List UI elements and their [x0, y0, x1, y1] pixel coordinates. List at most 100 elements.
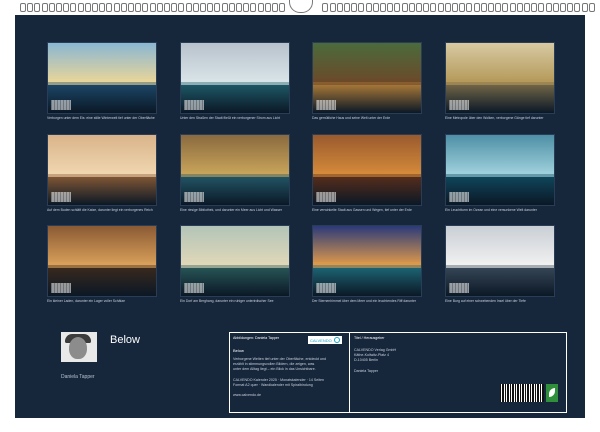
binding-hole — [480, 3, 487, 12]
image-caption: Das gemütliche Haus und seine Welt unter… — [312, 116, 391, 120]
calendar-image — [445, 225, 555, 297]
binding-hole — [423, 3, 430, 12]
month-grid-icon — [51, 100, 71, 110]
binding-hole — [135, 3, 142, 12]
binding-hole — [531, 3, 538, 12]
binding-hole — [92, 3, 98, 12]
calendar-image — [445, 42, 555, 114]
binding-hole — [459, 3, 466, 12]
binding-hole — [106, 3, 113, 12]
month-grid-icon — [51, 283, 71, 293]
image-caption: Eine riesige Bibliothek, und darunter ei… — [180, 208, 283, 212]
binding-hole — [538, 3, 545, 12]
binding-hole — [560, 3, 566, 12]
image-caption: Auf dem Boden schläft die Katze, darunte… — [47, 208, 153, 212]
binding-hole — [452, 3, 458, 12]
barcode — [500, 384, 544, 402]
image-caption: Unter den Straßen der Stadt fließt ein v… — [180, 116, 281, 120]
panel-text-line: D-10405 Berlin — [354, 358, 378, 363]
calendar-sheet: Verborgen unter dem Eis: eine stille Win… — [15, 15, 585, 418]
binding-hole — [200, 3, 206, 12]
binding-hole — [236, 3, 242, 12]
binding-hole — [437, 3, 444, 12]
binding-hole — [394, 3, 401, 12]
binding-hole — [473, 3, 480, 12]
image-caption: Ein Dorf am Berghang, darunter ein ruhig… — [180, 299, 274, 303]
binding-hole — [495, 3, 502, 12]
binding-hole — [99, 3, 106, 12]
panel-text-line: www.calvendo.de — [233, 393, 261, 398]
panel-title: Below — [233, 348, 244, 353]
binding-hole — [250, 3, 257, 12]
month-grid-icon — [316, 192, 336, 202]
binding-hole — [358, 3, 365, 12]
binding-hole — [56, 3, 62, 12]
binding-hole — [524, 3, 530, 12]
calendar-image — [180, 225, 290, 297]
binding-hole — [156, 3, 163, 12]
binding-hole — [588, 3, 595, 12]
binding-hole — [207, 3, 214, 12]
calendar-image — [312, 225, 422, 297]
eco-label-icon — [546, 384, 558, 402]
binding-hole — [552, 3, 559, 12]
binding-hole — [372, 3, 379, 12]
binding-hole — [272, 3, 278, 12]
image-caption: Der Sternenhimmel über dem Meer und ein … — [312, 299, 416, 303]
month-grid-icon — [316, 100, 336, 110]
binding-hole — [164, 3, 170, 12]
binding-hole — [149, 3, 156, 12]
image-caption: Ein kleiner Laden, darunter ein Lager vo… — [47, 299, 126, 303]
binding-hole — [34, 3, 41, 12]
month-grid-icon — [449, 100, 469, 110]
binding-hole — [408, 3, 415, 12]
binding-hole — [344, 3, 350, 12]
calendar-image — [312, 134, 422, 206]
image-caption: Ein Leuchtturm im Ozean und eine versunk… — [445, 208, 537, 212]
binding-hole — [329, 3, 336, 12]
binding-hole — [516, 3, 523, 12]
author-name: Daniela Tapper — [61, 374, 95, 380]
binding-hole — [70, 3, 77, 12]
binding-hole — [192, 3, 199, 12]
calendar-image — [445, 134, 555, 206]
info-panel: Abbildungen: Daniela Tapper CALVENDO Bel… — [229, 332, 567, 413]
month-grid-icon — [449, 192, 469, 202]
month-grid-icon — [184, 100, 204, 110]
binding-hole — [214, 3, 221, 12]
binding-hole — [387, 3, 394, 12]
binding-hole — [581, 3, 588, 12]
month-grid-icon — [51, 192, 71, 202]
panel-left-heading: Abbildungen: Daniela Tapper — [233, 336, 280, 340]
binding-hole — [322, 3, 329, 12]
image-caption: Eine Burg auf einer schwebenden Insel üb… — [445, 299, 526, 303]
image-caption: Eine Metropole über den Wolken, verborge… — [445, 116, 544, 120]
binding-hole — [48, 3, 55, 12]
author-photo — [61, 332, 97, 362]
panel-divider — [349, 333, 350, 412]
binding-hole — [430, 3, 437, 12]
binding-hole — [351, 3, 358, 12]
calendar-image — [312, 42, 422, 114]
image-caption: Eine verwinkelte Stadt aus Gassen und We… — [312, 208, 412, 212]
calendar-title: Below — [110, 334, 140, 346]
binding-hole — [401, 3, 408, 12]
month-grid-icon — [184, 283, 204, 293]
binding-hole — [502, 3, 509, 12]
binding-hole — [488, 3, 494, 12]
calendar-image — [47, 42, 157, 114]
publisher-logo: CALVENDO — [308, 336, 342, 344]
binding-hole — [257, 3, 264, 12]
panel-text-line: Format A2 quer · Wandkalender mit Spiral… — [233, 383, 313, 387]
binding-hole — [84, 3, 91, 12]
binding-hole — [574, 3, 581, 12]
calendar-image — [47, 225, 157, 297]
binding-hole — [365, 3, 372, 12]
binding-hole — [178, 3, 185, 12]
binding-hole — [63, 3, 70, 12]
binding-hole — [509, 3, 516, 12]
binding-hole — [416, 3, 422, 12]
logo-text: CALVENDO — [310, 337, 332, 343]
binding-hole — [20, 3, 26, 12]
calendar-image — [180, 42, 290, 114]
